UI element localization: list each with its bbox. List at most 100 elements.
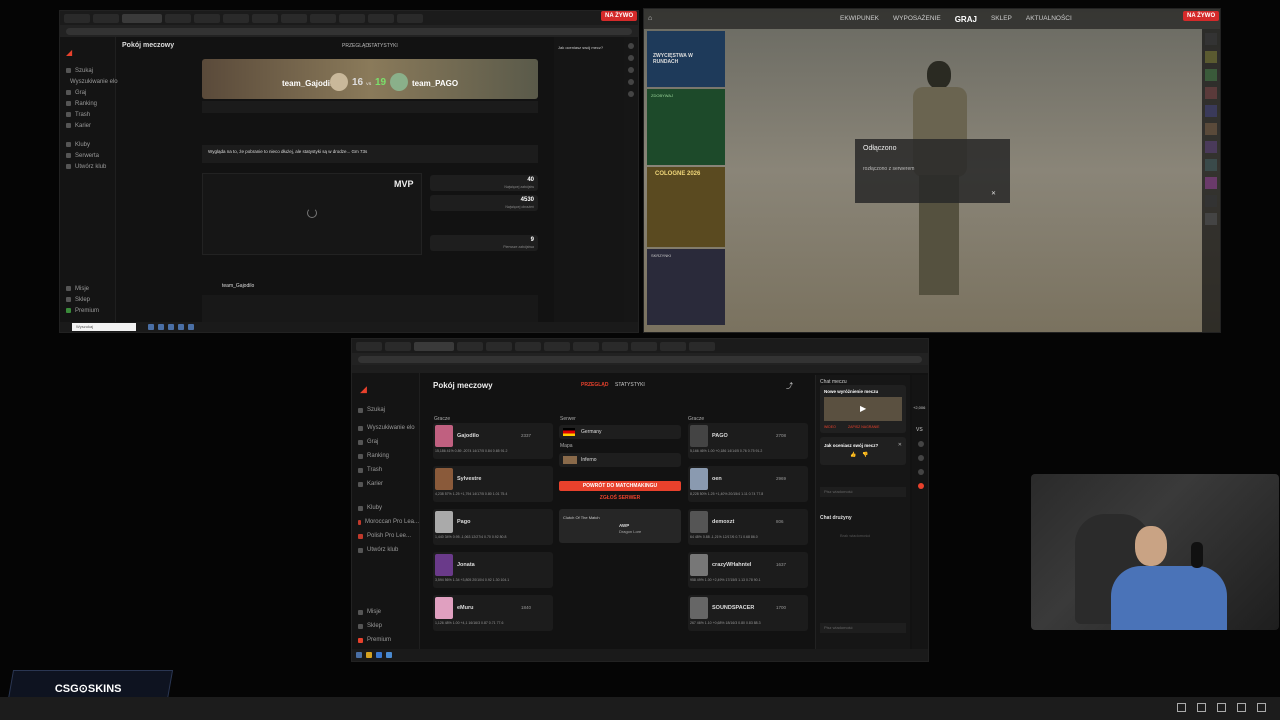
share-icon[interactable]: ⤴ <box>786 381 793 391</box>
chat-input[interactable]: Pisz wiadomość <box>820 487 906 497</box>
browser-tab[interactable] <box>397 13 423 23</box>
player-row[interactable]: Gajodilo 2337 15,186 41% 0.89 -2074 14/17/… <box>433 423 553 459</box>
browser-tab[interactable] <box>573 341 599 351</box>
nav-loadout[interactable]: WYPOSAŻENIE <box>893 15 941 24</box>
case-card[interactable]: SKRZYNKI <box>647 249 725 325</box>
sidebar-item-clubs[interactable]: Kluby <box>60 139 115 150</box>
dialog-close-icon[interactable]: ✕ <box>991 190 996 197</box>
team-chat-input[interactable]: Pisz wiadomość <box>820 623 906 633</box>
player-row[interactable]: crazyWHahntel 1637 958 49% 1.00 +2,49% 17/… <box>688 552 808 588</box>
browser-tab[interactable] <box>515 341 541 351</box>
browser-tab-active[interactable] <box>122 13 162 23</box>
rail-icon[interactable] <box>918 483 924 489</box>
nav-shop[interactable]: SKLEP <box>991 15 1012 24</box>
clip-card[interactable]: Clutch Of The Match AWP Dragon Lore <box>559 509 681 543</box>
browser-tab[interactable] <box>457 341 483 351</box>
sidebar-item-search[interactable]: Szukaj <box>352 403 419 417</box>
address-bar[interactable] <box>352 353 928 365</box>
browser-tab[interactable] <box>544 341 570 351</box>
sidebar-item-ranking[interactable]: Ranking <box>352 449 419 463</box>
sidebar-item-create-club[interactable]: Utwórz klub <box>60 161 115 172</box>
play-icon[interactable]: ▶ <box>860 404 866 413</box>
taskbar-app-icon[interactable] <box>386 652 392 658</box>
friend-avatar[interactable] <box>1205 159 1217 171</box>
browser-tab[interactable] <box>368 13 394 23</box>
close-icon[interactable]: ✕ <box>898 442 902 448</box>
sidebar-item-servers[interactable]: Serwerta <box>60 150 115 161</box>
promo-card[interactable]: ZDOBYWAJ <box>647 89 725 165</box>
player-row[interactable]: Sylvestre 4,238 57% 1.25 +1,794 14/17/5 0… <box>433 466 553 502</box>
clip-save-link[interactable]: ZAPISZ NAGRANIE <box>848 425 880 429</box>
sidebar-item-missions[interactable]: Misje <box>60 283 99 294</box>
start-icon[interactable] <box>356 652 362 658</box>
report-server-button[interactable]: ZGŁOŚ SERWER <box>559 495 681 501</box>
browser-tab[interactable] <box>194 13 220 23</box>
friend-avatar[interactable] <box>1205 213 1217 225</box>
taskbar-app-icon[interactable] <box>178 324 184 330</box>
sidebar-item-career[interactable]: Karier <box>60 120 115 131</box>
rail-icon[interactable] <box>628 79 634 85</box>
friend-avatar[interactable] <box>1205 87 1217 99</box>
browser-tab[interactable] <box>281 13 307 23</box>
sidebar-item-premium[interactable]: Premium <box>60 305 99 316</box>
player-name[interactable]: demoxzt <box>712 519 734 525</box>
address-bar[interactable] <box>60 25 638 37</box>
rail-icon[interactable] <box>918 441 924 447</box>
sidebar-item-shop[interactable]: Sklep <box>352 619 391 633</box>
player-name[interactable]: Jonata <box>457 562 475 568</box>
event-card[interactable]: COLOGNE 2026 <box>647 167 725 247</box>
player-name[interactable]: Gajodilo <box>457 433 479 439</box>
clip-thumbnail[interactable]: ▶ <box>824 397 902 421</box>
browser-tab[interactable] <box>339 13 365 23</box>
browser-tab[interactable] <box>689 341 715 351</box>
taskbar-app-icon[interactable] <box>168 324 174 330</box>
layout-icon[interactable] <box>1237 703 1246 712</box>
thumbs-down-icon[interactable]: 👎 <box>862 452 868 458</box>
browser-tab-active[interactable] <box>414 341 454 351</box>
browser-tab[interactable] <box>631 341 657 351</box>
tab-overview[interactable]: PRZEGLĄD <box>342 43 369 49</box>
sidebar-item-shop[interactable]: Sklep <box>60 294 99 305</box>
layout-icon[interactable] <box>1177 703 1186 712</box>
sidebar-item-career[interactable]: Karier <box>352 477 419 491</box>
friend-avatar[interactable] <box>1205 33 1217 45</box>
search-input[interactable]: Wyszukaj <box>72 323 136 331</box>
sidebar-item-search[interactable]: Szukaj <box>60 65 115 76</box>
sidebar-item-play[interactable]: Graj <box>352 435 419 449</box>
sidebar-item-premium[interactable]: Premium <box>352 633 391 647</box>
player-row[interactable]: oen 2969 8,228 50% 1.25 +1,40% 20/15/4 1.1… <box>688 466 808 502</box>
friend-avatar[interactable] <box>1205 177 1217 189</box>
back-to-matchmaking-button[interactable]: POWRÓT DO MATCHMAKINGU <box>559 481 681 491</box>
thumbs-up-icon[interactable]: 👍 <box>850 452 856 458</box>
browser-tab[interactable] <box>64 13 90 23</box>
friend-avatar[interactable] <box>1205 69 1217 81</box>
sidebar-item-elo[interactable]: Wyszukiwanie elo <box>60 76 118 87</box>
rail-icon[interactable] <box>918 469 924 475</box>
taskbar-app-icon[interactable] <box>148 324 154 330</box>
news-card[interactable]: ZWYCIĘSTWA W RUNDACH <box>647 31 725 87</box>
browser-tab[interactable] <box>165 13 191 23</box>
browser-tab[interactable] <box>385 341 411 351</box>
sidebar-item-club-polish[interactable]: Polish Pro Lee... <box>352 529 419 543</box>
sidebar-item-ranking[interactable]: Ranking <box>60 98 115 109</box>
home-icon[interactable]: ⌂ <box>648 15 652 22</box>
player-name[interactable]: oen <box>712 476 722 482</box>
player-row[interactable]: PAGO 2708 5,166 46% 1.00 +0,186 14/14/5 0.… <box>688 423 808 459</box>
url-field[interactable] <box>66 27 632 35</box>
sidebar-item-elo[interactable]: Wyszukiwanie elo <box>352 421 419 435</box>
friend-avatar[interactable] <box>1205 141 1217 153</box>
logo-icon[interactable]: ◢ <box>66 48 72 57</box>
friend-avatar[interactable] <box>1205 123 1217 135</box>
browser-tab[interactable] <box>252 13 278 23</box>
sidebar-item-trash[interactable]: Trash <box>352 463 419 477</box>
nav-inventory[interactable]: EKWIPUNEK <box>840 15 879 24</box>
browser-tab[interactable] <box>310 13 336 23</box>
layout-icon[interactable] <box>1257 703 1266 712</box>
tab-overview[interactable]: PRZEGLĄD <box>581 382 609 388</box>
friend-avatar[interactable] <box>1205 51 1217 63</box>
rail-icon[interactable] <box>628 67 634 73</box>
player-row[interactable]: SOUNDSPACER 1700 267 46% 1.10 +0,68% 18/16… <box>688 595 808 631</box>
rail-icon[interactable] <box>918 455 924 461</box>
nav-news[interactable]: AKTUALNOŚCI <box>1026 15 1072 24</box>
player-name[interactable]: PAGO <box>712 433 728 439</box>
